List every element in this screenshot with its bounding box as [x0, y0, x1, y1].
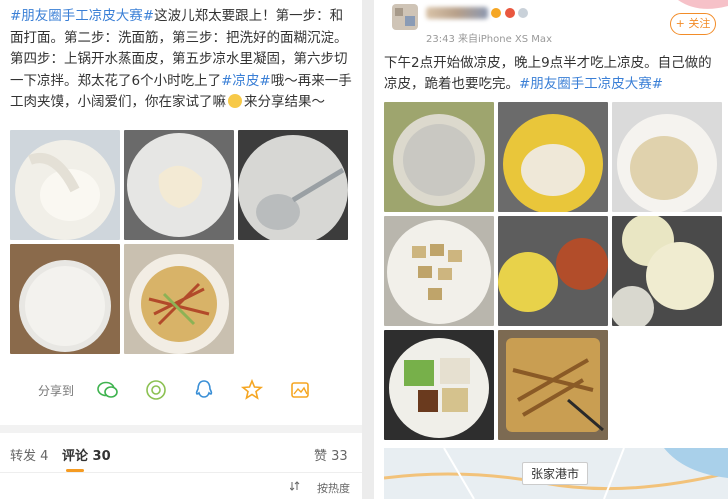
post-meta: 23:43 来自iPhone XS Max	[426, 34, 552, 45]
left-post-body-3: 来分享结果～	[244, 94, 325, 110]
avatar[interactable]	[392, 4, 418, 30]
tab-repost-count: 4	[40, 449, 49, 464]
left-post-panel: #朋友圈手工凉皮大赛#这波儿郑太要跟上！第一步：和面打面。第二步：洗面筋，第三步…	[0, 0, 362, 499]
sort-row: 按热度	[0, 474, 362, 499]
photo-gluten-cubes[interactable]	[384, 216, 494, 326]
photo-dough-bowl[interactable]	[10, 130, 120, 240]
follow-button[interactable]: + 关注	[670, 13, 716, 35]
tab-comment-label: 评论	[62, 449, 89, 464]
sort-by-hot[interactable]: 按热度	[317, 480, 350, 496]
photo-ladle-batter[interactable]	[238, 130, 348, 240]
location-map[interactable]: 张家港市	[384, 448, 728, 499]
section-divider	[0, 425, 362, 433]
right-post-text: 下午2点开始做凉皮，晚上9点半才吃上凉皮。自己做的凉皮，跪着也要吃完。#朋友圈手…	[384, 53, 724, 95]
left-post-text: #朋友圈手工凉皮大赛#这波儿郑太要跟上！第一步：和面打面。第二步：洗面筋，第三步…	[10, 6, 352, 114]
map-location-label: 张家港市	[522, 462, 589, 485]
photo-mixed-bowl[interactable]	[384, 330, 494, 440]
panel-gap	[362, 0, 374, 499]
qq-icon[interactable]	[192, 378, 216, 402]
corner-decoration	[678, 0, 728, 9]
photo-dough-yellow-plate[interactable]	[498, 102, 608, 212]
photo-gluten-bowl[interactable]	[124, 130, 234, 240]
tab-comments[interactable]: 评论 30	[62, 445, 111, 464]
tab-repost-label: 转发	[10, 449, 37, 464]
username-blurred[interactable]	[426, 7, 488, 19]
wechat-icon[interactable]	[96, 378, 120, 402]
photo-gluten-plate[interactable]	[612, 102, 722, 212]
left-post-hashtag-2[interactable]: #凉皮#	[221, 73, 271, 89]
active-tab-indicator	[66, 469, 84, 472]
photo-finished-liangpi[interactable]	[498, 330, 608, 440]
left-post-hashtag[interactable]: #朋友圈手工凉皮大赛#	[10, 8, 154, 24]
share-row: 分享到	[0, 372, 362, 408]
right-post-hashtag[interactable]: #朋友圈手工凉皮大赛#	[519, 76, 663, 92]
user-badges-icon	[491, 8, 528, 18]
emoji-icon	[228, 94, 242, 108]
sort-icon	[290, 481, 300, 491]
tab-likes[interactable]: 赞 33	[314, 445, 348, 464]
photo-liangpi-dish[interactable]	[124, 244, 234, 354]
right-post-panel: 23:43 来自iPhone XS Max + 关注 下午2点开始做凉皮，晚上9…	[374, 0, 728, 499]
photo-steamed-sheet[interactable]	[10, 244, 120, 354]
moments-icon[interactable]	[144, 378, 168, 402]
share-label: 分享到	[38, 384, 75, 398]
tab-repost[interactable]: 转发 4	[10, 445, 48, 464]
tab-comment-count: 30	[92, 449, 111, 464]
photo-dough-wrap[interactable]	[384, 102, 494, 212]
qzone-star-icon[interactable]	[240, 378, 264, 402]
photo-steaming[interactable]	[612, 216, 722, 326]
tab-like-label: 赞	[314, 449, 328, 464]
save-image-icon[interactable]	[288, 378, 312, 402]
engagement-tabs: 转发 4 评论 30 赞 33	[0, 433, 362, 473]
photo-sauces[interactable]	[498, 216, 608, 326]
tab-like-count: 33	[331, 449, 348, 464]
